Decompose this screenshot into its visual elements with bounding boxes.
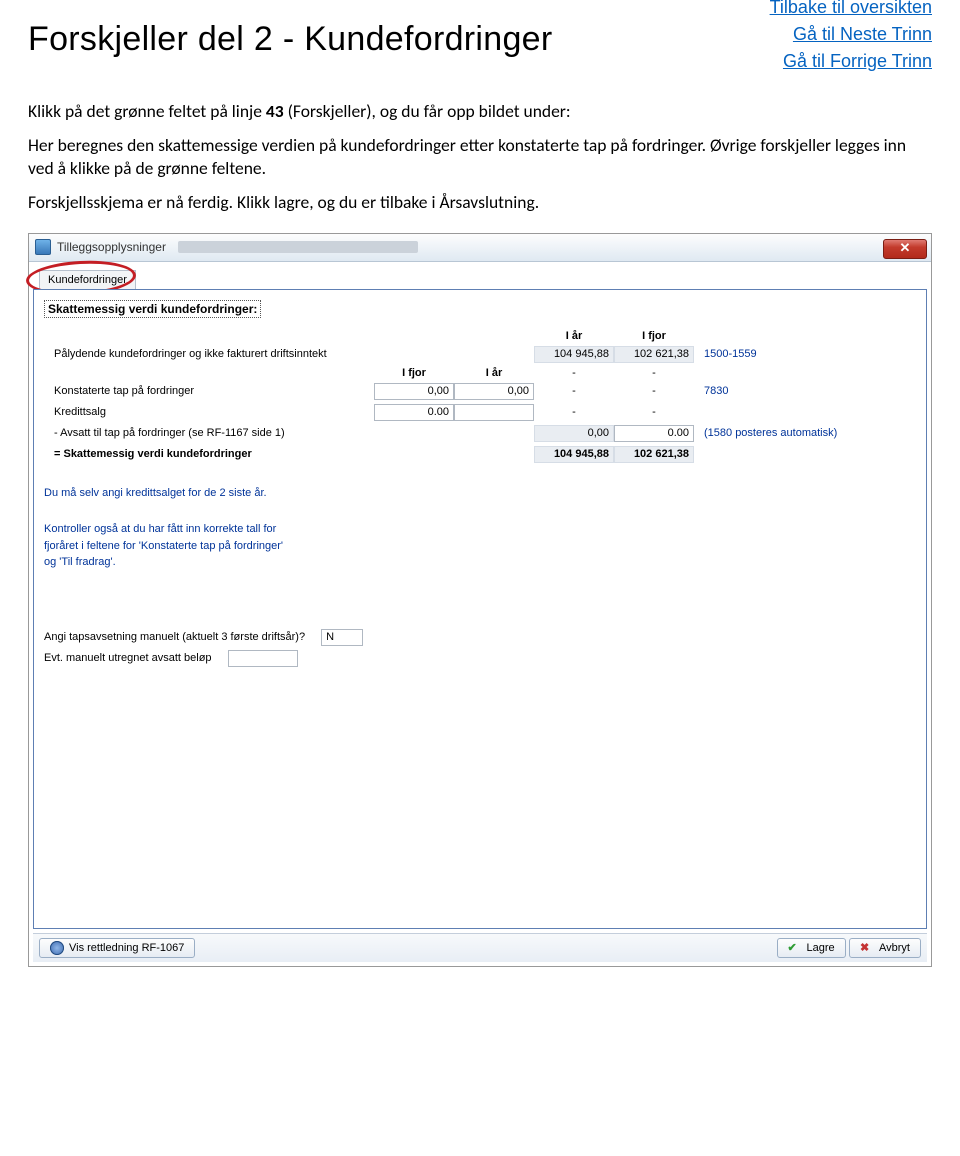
subhdr-iar: I år (454, 367, 534, 379)
subhdr-ifjor: I fjor (374, 367, 454, 379)
cancel-label: Avbryt (879, 942, 910, 954)
title-subtext-blur (178, 241, 418, 253)
info-text-1: Du må selv angi kredittsalget for de 2 s… (44, 485, 916, 502)
dash: - (614, 367, 694, 379)
q1-field[interactable]: N (321, 629, 363, 646)
cancel-icon: ✖ (860, 941, 874, 955)
row-sum-label: = Skattemessig verdi kundefordringer (44, 448, 374, 460)
hint-button[interactable]: Vis rettledning RF-1067 (39, 938, 195, 958)
row-konstaterte-ifjor[interactable]: 0,00 (374, 383, 454, 400)
row-avsatt-ifjor[interactable]: 0.00 (614, 425, 694, 442)
hint-icon (50, 941, 64, 955)
intro-paragraph-1: Klikk på det grønne feltet på linje 43 (… (28, 100, 932, 124)
row-kredittsalg-ifjor[interactable]: 0.00 (374, 404, 454, 421)
row-kredittsalg-label: Kredittsalg (44, 406, 374, 418)
row-palydende-note: 1500-1559 (694, 348, 916, 360)
link-overview[interactable]: Tilbake til oversikten (770, 0, 932, 18)
app-window: Tilleggsopplysninger ✕ Kundefordringer S… (28, 233, 932, 967)
save-button[interactable]: ✔ Lagre (777, 938, 846, 958)
q1-label: Angi tapsavsetning manuelt (aktuelt 3 fø… (44, 631, 305, 643)
close-button[interactable]: ✕ (883, 239, 927, 259)
link-prev-step[interactable]: Gå til Forrige Trinn (783, 51, 932, 72)
close-icon: ✕ (900, 240, 911, 255)
row-konstaterte-label: Konstaterte tap på fordringer (44, 385, 374, 397)
value-grid: I år I fjor Pålydende kundefordringer og… (44, 330, 916, 463)
window-body: Skattemessig verdi kundefordringer: I år… (33, 289, 927, 929)
row-kredittsalg-iar[interactable] (454, 404, 534, 421)
row-sum-ifjor: 102 621,38 (614, 446, 694, 463)
window-footer: Vis rettledning RF-1067 ✔ Lagre ✖ Avbryt (33, 933, 927, 962)
row-avsatt-label: - Avsatt til tap på fordringer (se RF-11… (44, 427, 374, 439)
row-konstaterte-note: 7830 (694, 385, 916, 397)
row-palydende-label: Pålydende kundefordringer og ikke faktur… (44, 348, 374, 360)
row-avsatt-note: (1580 posteres automatisk) (694, 427, 916, 439)
cancel-button[interactable]: ✖ Avbryt (849, 938, 921, 958)
question-row-2: Evt. manuelt utregnet avsatt beløp (44, 650, 916, 667)
row-kredittsalg-c4: - (614, 406, 694, 418)
row-avsatt-iar: 0,00 (534, 425, 614, 442)
save-label: Lagre (807, 942, 835, 954)
row-palydende-ifjor: 102 621,38 (614, 346, 694, 363)
row-konstaterte-iar[interactable]: 0,00 (454, 383, 534, 400)
intro-paragraph-2: Her beregnes den skattemessige verdien p… (28, 134, 932, 181)
row-konstaterte-c4: - (614, 385, 694, 397)
app-icon (35, 239, 51, 255)
col-header-ifjor: I fjor (614, 330, 694, 342)
row-konstaterte-c3: - (534, 385, 614, 397)
q2-field[interactable] (228, 650, 298, 667)
section-heading: Skattemessig verdi kundefordringer: (44, 300, 261, 318)
window-titlebar: Tilleggsopplysninger ✕ (29, 234, 931, 262)
hint-label: Vis rettledning RF-1067 (69, 942, 184, 954)
info-text-2: Kontroller også at du har fått inn korre… (44, 521, 916, 571)
window-title: Tilleggsopplysninger (57, 240, 166, 254)
q2-label: Evt. manuelt utregnet avsatt beløp (44, 652, 212, 664)
check-icon: ✔ (788, 941, 802, 955)
link-next-step[interactable]: Gå til Neste Trinn (793, 24, 932, 45)
question-row-1: Angi tapsavsetning manuelt (aktuelt 3 fø… (44, 629, 916, 646)
row-sum-iar: 104 945,88 (534, 446, 614, 463)
dash: - (534, 367, 614, 379)
row-palydende-iar: 104 945,88 (534, 346, 614, 363)
col-header-iar: I år (534, 330, 614, 342)
intro-paragraph-3: Forskjellsskjema er nå ferdig. Klikk lag… (28, 191, 932, 215)
row-kredittsalg-c3: - (534, 406, 614, 418)
tab-kundefordringer[interactable]: Kundefordringer (39, 270, 136, 289)
